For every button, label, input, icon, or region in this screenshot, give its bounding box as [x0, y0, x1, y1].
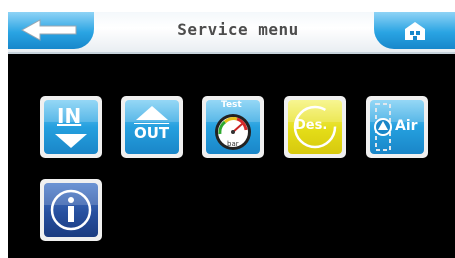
descaling-tile-face: Des.: [288, 100, 342, 154]
service-menu-panel: Service menu IN OUT Test bar Des. Air: [8, 12, 455, 258]
air-pump-icon: [374, 103, 392, 151]
info-tile-face: [44, 183, 98, 237]
test-tile-face: Test bar: [206, 100, 260, 154]
in-button[interactable]: IN: [40, 96, 102, 158]
air-tile-face: Air: [370, 100, 424, 154]
back-arrow-icon: [20, 19, 77, 41]
out-label: OUT: [134, 124, 170, 142]
screen: Service menu IN OUT Test bar Des. Air: [0, 0, 455, 258]
page-title: Service menu: [177, 20, 299, 39]
home-icon: [405, 22, 425, 40]
in-tile-face: IN: [44, 100, 98, 154]
info-icon: [50, 189, 92, 231]
input-arrow-icon: [55, 134, 87, 148]
out-tile-face: OUT: [125, 100, 179, 154]
descaling-label: Des.: [295, 118, 328, 133]
out-button[interactable]: OUT: [121, 96, 183, 158]
descaling-button[interactable]: Des.: [284, 96, 346, 158]
gauge-unit-label: bar: [227, 140, 239, 148]
output-arrow-icon: [136, 106, 168, 120]
test-label: Test: [221, 100, 242, 110]
home-button[interactable]: [374, 12, 455, 49]
air-label: Air: [395, 118, 418, 134]
test-button[interactable]: Test bar: [202, 96, 264, 158]
back-button[interactable]: [8, 12, 94, 49]
header-bar: Service menu: [8, 12, 455, 54]
in-label: IN: [57, 104, 82, 128]
air-button[interactable]: Air: [366, 96, 428, 158]
info-button[interactable]: [40, 179, 102, 241]
